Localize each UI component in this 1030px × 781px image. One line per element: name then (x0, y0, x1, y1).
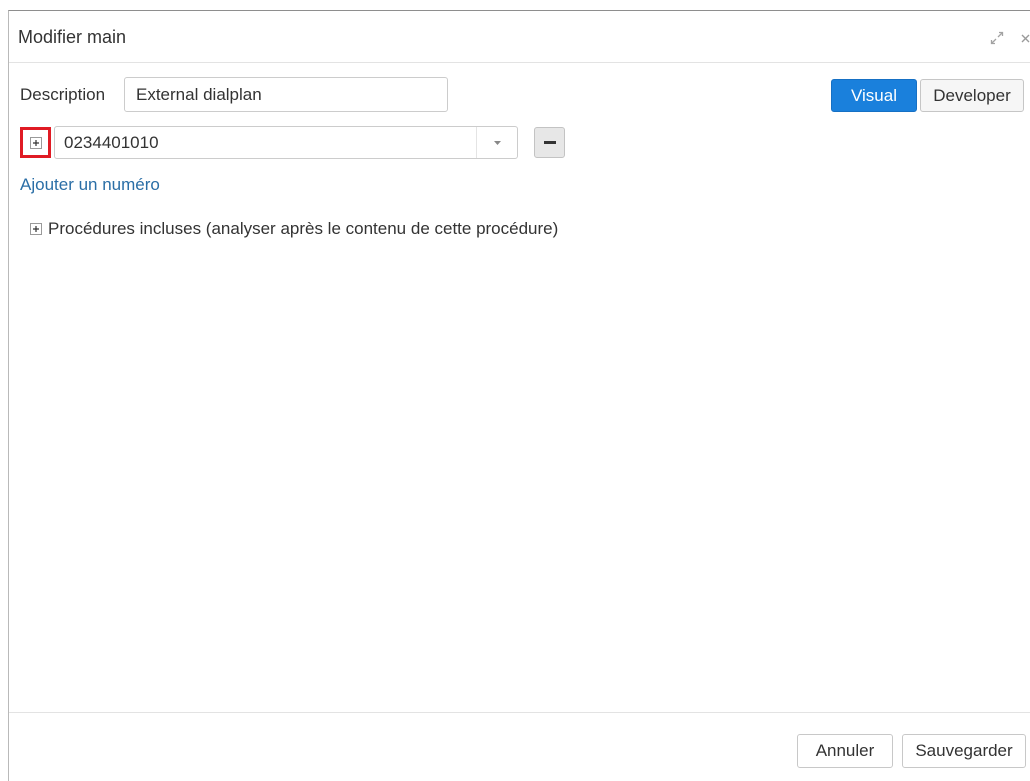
description-input[interactable] (124, 77, 448, 112)
close-button[interactable] (1019, 33, 1030, 44)
add-number-link[interactable]: Ajouter un numéro (20, 175, 160, 195)
minus-icon (543, 141, 556, 144)
plus-box-icon (30, 223, 42, 235)
close-icon (1021, 34, 1030, 43)
number-select[interactable]: 0234401010 (54, 126, 518, 159)
dialog-header: Modifier main (9, 11, 1030, 63)
edit-dialog: Modifier main Description Visual Develop… (8, 10, 1030, 781)
caret-down-icon (493, 140, 501, 145)
footer-divider (9, 712, 1030, 713)
maximize-button[interactable] (990, 31, 1004, 45)
developer-mode-button[interactable]: Developer (920, 79, 1024, 112)
dialog-title: Modifier main (18, 27, 127, 47)
number-select-value: 0234401010 (64, 133, 159, 152)
number-dropdown-toggle[interactable] (476, 127, 517, 158)
included-procedures-toggle[interactable]: Procédures incluses (analyser après le c… (30, 219, 558, 239)
remove-number-button[interactable] (534, 127, 565, 158)
expand-number-button[interactable] (23, 130, 48, 155)
description-label: Description (20, 85, 106, 104)
cancel-button[interactable]: Annuler (797, 734, 893, 768)
plus-box-icon (29, 136, 42, 149)
highlight-annotation-box (20, 127, 51, 158)
expand-arrows-icon (990, 31, 1004, 45)
included-procedures-label: Procédures incluses (analyser après le c… (48, 219, 559, 238)
save-button[interactable]: Sauvegarder (902, 734, 1026, 768)
visual-mode-button[interactable]: Visual (831, 79, 917, 112)
